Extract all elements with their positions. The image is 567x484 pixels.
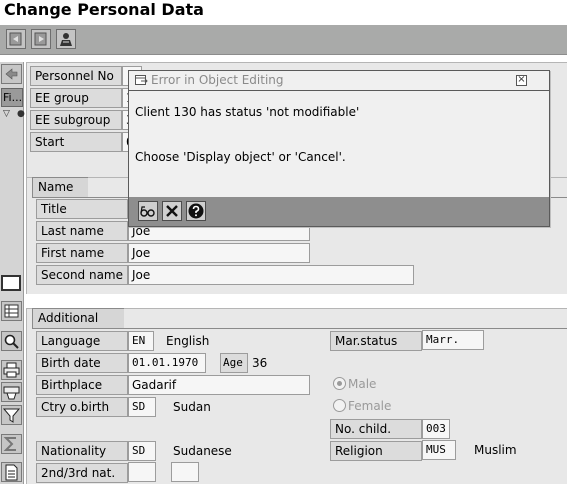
- back-screen-icon: [9, 32, 22, 46]
- help-button[interactable]: [186, 201, 206, 221]
- second-name-label: Second name: [36, 265, 128, 285]
- glasses-display-icon: [140, 206, 155, 217]
- radio-selected-dot: [337, 381, 342, 386]
- third-nationality-field[interactable]: [171, 462, 199, 482]
- age-label: Age: [220, 353, 248, 373]
- no-child-label: No. child.: [330, 419, 422, 439]
- small-bullet-icon: ●: [17, 109, 25, 119]
- personnel-no-label: Personnel No: [30, 66, 122, 86]
- forward-screen-icon: [34, 32, 47, 46]
- sum-icon: [3, 437, 16, 451]
- additional-data-tab: Additional data: [32, 308, 124, 344]
- document-button[interactable]: [1, 462, 22, 482]
- tab-fi[interactable]: Fi...: [1, 88, 23, 107]
- second-nationality-field[interactable]: [128, 462, 156, 482]
- nationality-label: Nationality: [36, 441, 128, 461]
- first-name-field[interactable]: Joe: [128, 243, 310, 263]
- female-radio[interactable]: [333, 399, 346, 412]
- chevron-down-icon[interactable]: ▽: [3, 109, 10, 119]
- print-icon: [3, 362, 20, 378]
- list-icon: [4, 304, 19, 318]
- print-button[interactable]: [1, 360, 22, 380]
- title-label: Title: [36, 199, 128, 219]
- religion-label: Religion: [330, 441, 422, 461]
- male-radio[interactable]: [333, 377, 346, 390]
- back-arrow-icon: [5, 68, 18, 80]
- ctry-birth-label: Ctry o.birth: [36, 397, 128, 417]
- find-button[interactable]: [1, 331, 22, 351]
- application-toolbar: [0, 25, 567, 55]
- dialog-window-icon: [135, 75, 148, 85]
- back-arrow-button[interactable]: [1, 64, 22, 84]
- last-name-label: Last name: [36, 221, 128, 241]
- birthplace-field[interactable]: Gadarif: [128, 375, 310, 395]
- second-name-field[interactable]: Joe: [128, 265, 414, 285]
- mar-status-label: Mar.status: [330, 331, 422, 351]
- print-preview-button[interactable]: [1, 382, 22, 402]
- male-label: Male: [348, 377, 377, 391]
- birth-date-label: Birth date: [36, 353, 128, 373]
- nationality-text: Sudanese: [173, 444, 232, 458]
- name-section-tab: Name: [32, 177, 88, 197]
- dialog-button-bar: [129, 197, 549, 226]
- religion-text: Muslim: [474, 443, 517, 457]
- dialog-message-status: Client 130 has status 'not modifiable': [135, 105, 360, 119]
- female-label: Female: [348, 399, 392, 413]
- ctry-birth-text: Sudan: [173, 400, 211, 414]
- display-object-button[interactable]: [138, 201, 158, 221]
- language-code-field[interactable]: EN: [128, 331, 154, 351]
- print-preview-icon: [3, 386, 20, 400]
- person-icon: [60, 33, 72, 46]
- ctry-birth-code-field[interactable]: SD: [128, 397, 156, 417]
- religion-code-field[interactable]: MUS: [422, 440, 456, 460]
- cancel-x-icon: [166, 205, 178, 217]
- no-child-field[interactable]: 003: [422, 419, 450, 439]
- forward-screen-button[interactable]: [31, 29, 51, 49]
- language-text: English: [166, 334, 210, 348]
- nationality-code-field[interactable]: SD: [128, 441, 156, 461]
- list-button[interactable]: [1, 301, 22, 321]
- cancel-button[interactable]: [162, 201, 182, 221]
- filter-button[interactable]: [1, 405, 22, 425]
- dialog-title: Error in Object Editing: [129, 71, 549, 91]
- mar-status-field[interactable]: Marr.: [422, 330, 484, 350]
- additional-section-divider: [32, 328, 567, 329]
- document-icon: [5, 464, 18, 481]
- dialog-message-choice: Choose 'Display object' or 'Cancel'.: [135, 150, 346, 164]
- person-button[interactable]: [56, 29, 76, 49]
- age-value: 36: [252, 356, 268, 370]
- sum-button[interactable]: [1, 434, 22, 454]
- error-dialog: Error in Object Editing × Client 130 has…: [128, 70, 550, 227]
- birthplace-label: Birthplace: [36, 375, 128, 395]
- ee-group-label: EE group: [30, 88, 122, 108]
- first-name-label: First name: [36, 243, 128, 263]
- language-label: Language: [36, 331, 128, 351]
- blank-window-icon[interactable]: [1, 275, 21, 291]
- back-screen-button[interactable]: [6, 29, 26, 49]
- page-title: Change Personal Data: [4, 0, 204, 19]
- birth-date-field[interactable]: 01.01.1970: [128, 353, 206, 373]
- find-icon: [4, 334, 19, 349]
- help-question-icon: [188, 203, 204, 219]
- filter-icon: [2, 408, 21, 423]
- dialog-close-button[interactable]: ×: [516, 75, 527, 86]
- second-nationality-label: 2nd/3rd nat.: [36, 463, 128, 483]
- ee-subgroup-label: EE subgroup: [30, 110, 122, 130]
- start-label: Start: [30, 132, 122, 152]
